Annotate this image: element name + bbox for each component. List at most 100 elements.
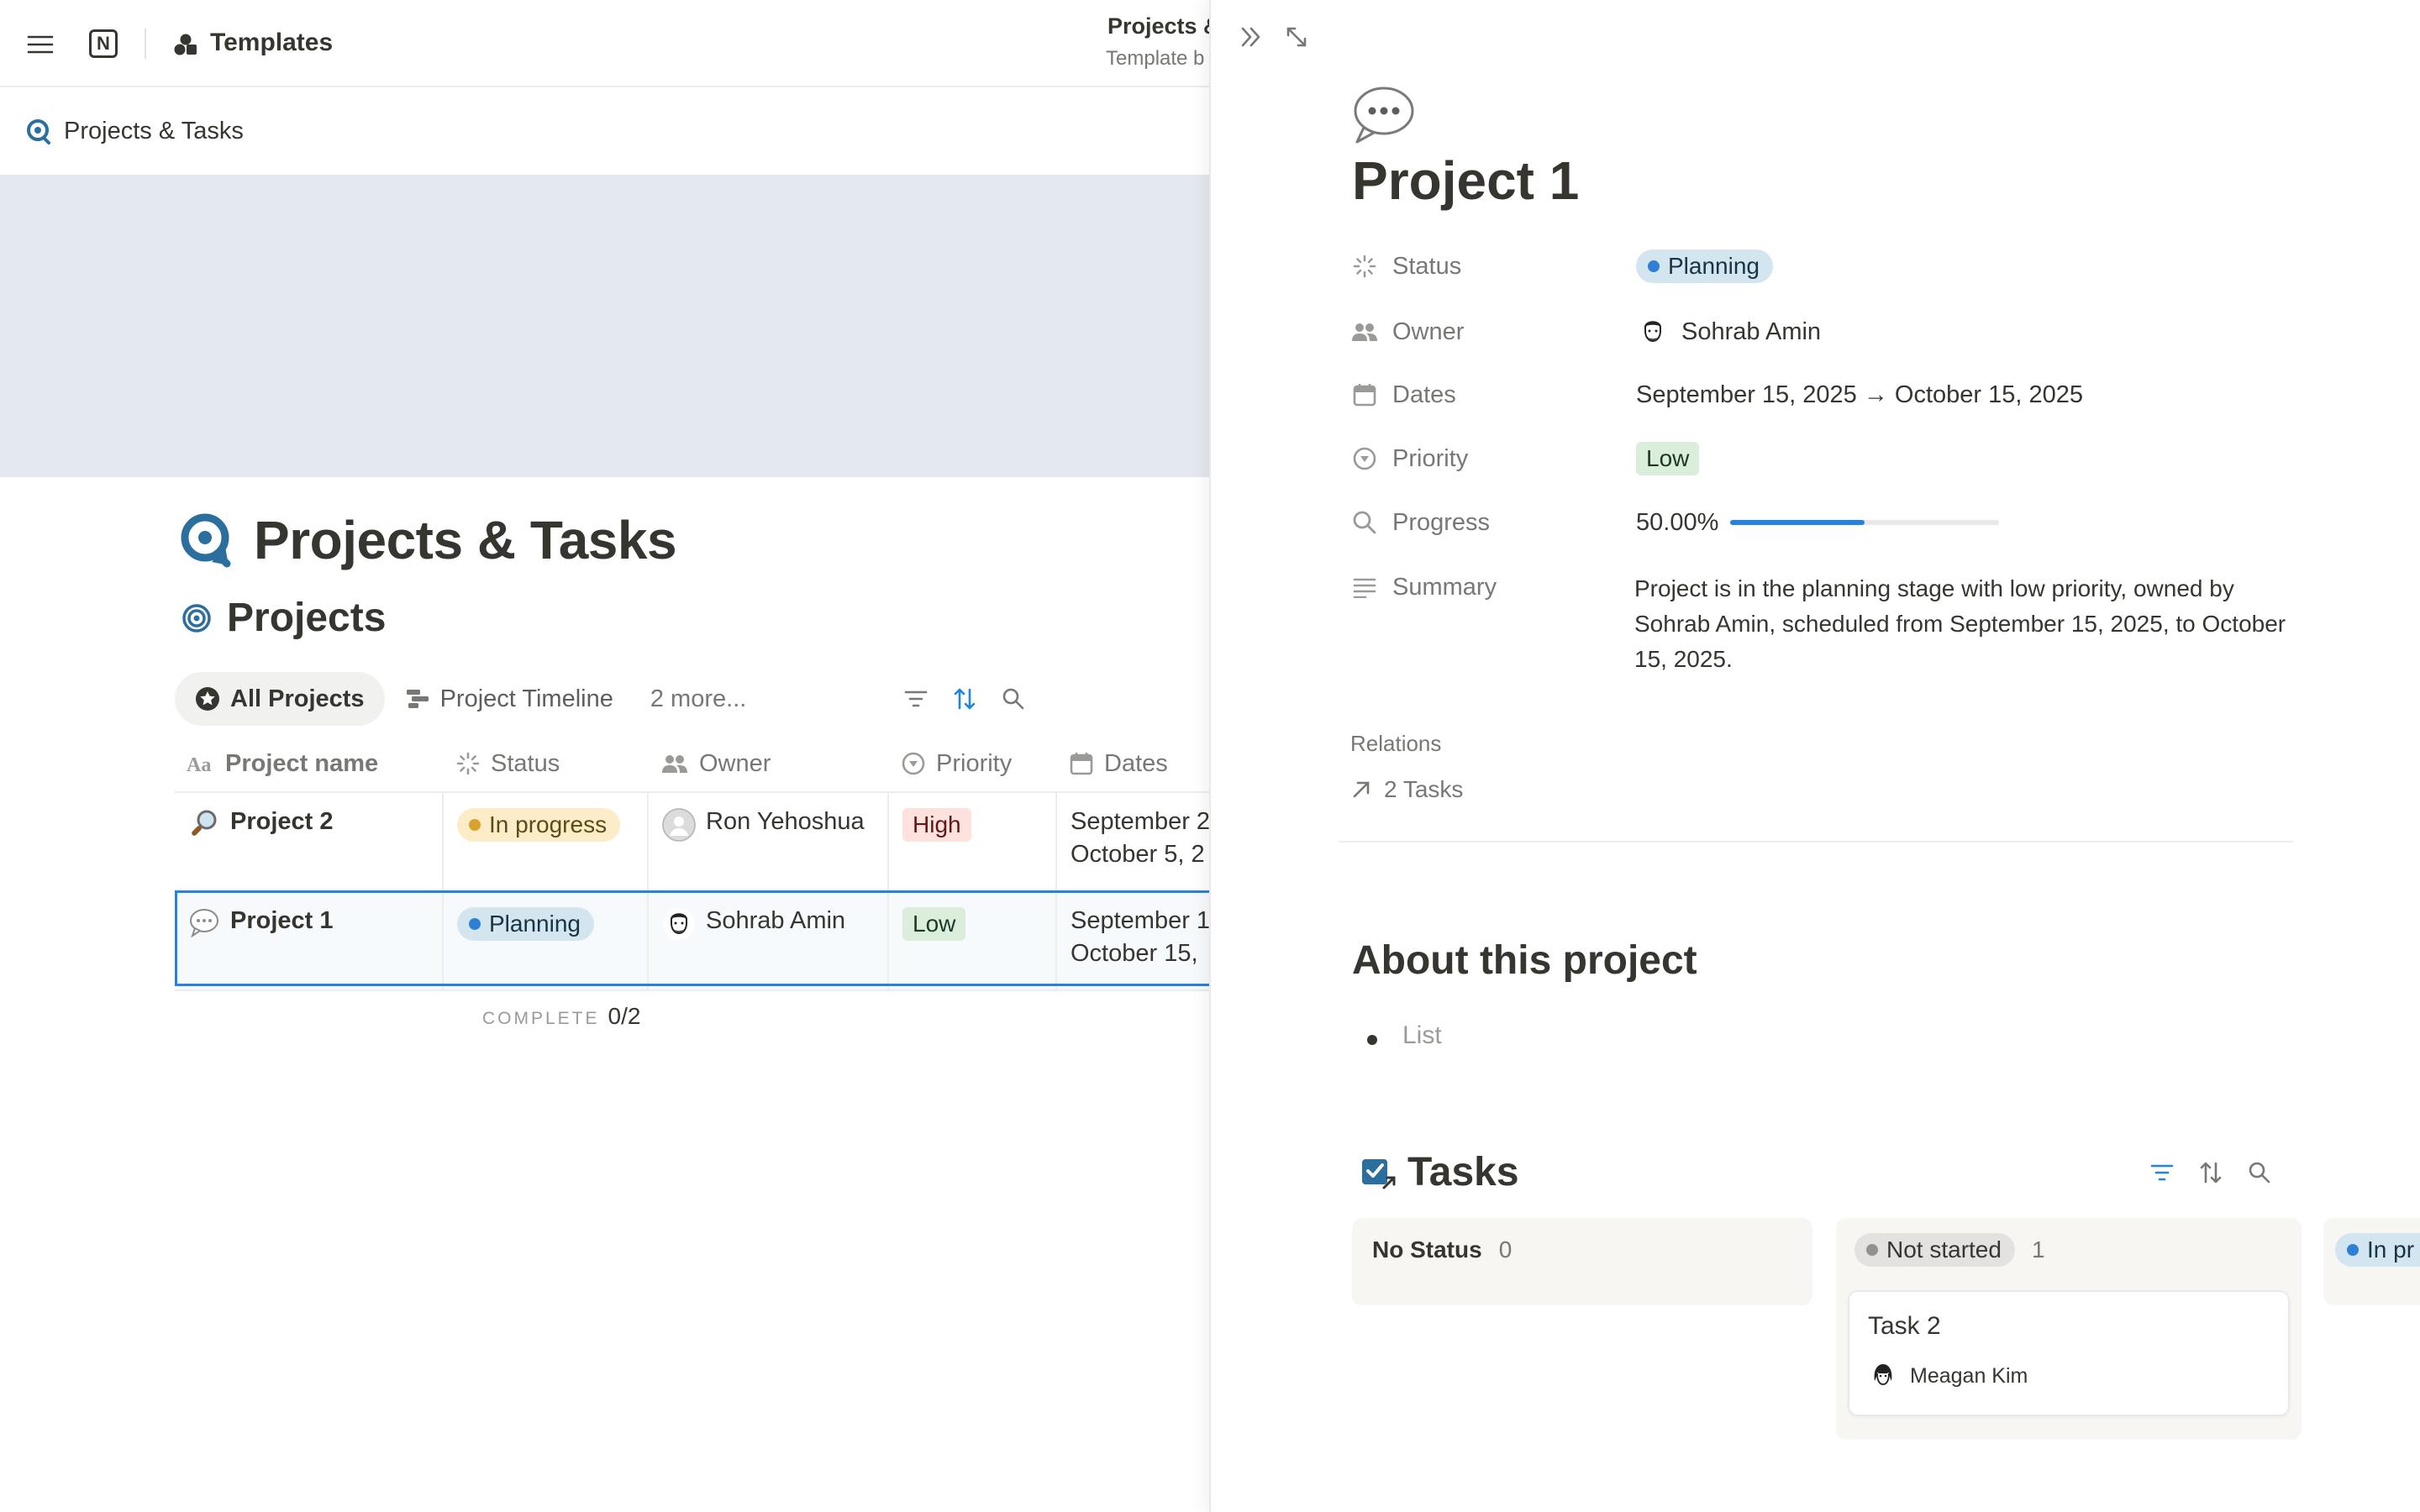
projects-logo-icon [25,118,52,144]
table-row[interactable]: Project 2 In progress Ron Yehoshua High … [175,793,1209,892]
status-dot [469,918,481,930]
task-card[interactable]: Task 2 Meagan Kim [1849,1292,2288,1415]
expand-icon[interactable] [1281,22,1312,52]
avatar [662,907,696,941]
table-footer-calculation[interactable]: COMPLETE 0/2 [482,1003,640,1030]
property-summary[interactable]: Summary [1350,568,1636,606]
status-dot [1648,260,1660,272]
column-header-owner[interactable]: Owner [649,736,889,791]
status-spinner-icon [455,751,481,776]
column-label: Status [491,749,560,777]
projects-table: Aa Project name Status Owner Priority Da… [175,736,1209,991]
database-heading: Projects [182,595,386,641]
priority-badge: High [902,808,971,842]
property-progress[interactable]: Progress 50.00% [1350,503,2000,542]
projects-logo-icon [178,510,237,570]
column-header-dates[interactable]: Dates [1057,736,1209,791]
filter-icon[interactable] [901,684,931,714]
target-icon [182,603,212,633]
cell-project-name[interactable]: Project 2 [175,793,444,890]
property-label: Summary [1392,573,1497,601]
divider [145,29,146,59]
search-icon[interactable] [998,684,1028,714]
page-title-header: Projects & [1107,13,1209,39]
priority-icon [901,751,926,776]
property-status[interactable]: Status Planning [1350,247,1773,286]
owner-name: Ron Yehoshua [706,808,865,835]
cell-owner[interactable]: Sohrab Amin [649,892,889,990]
board-column-not-started[interactable]: Not started 1 Task 2 Meagan Kim [1836,1218,2302,1440]
date-start: September 2 [1071,808,1209,835]
complete-label: COMPLETE [482,1009,600,1028]
status-badge: In pr [2335,1233,2420,1267]
status-badge: Planning [1636,249,1773,283]
close-peek-icon[interactable] [1236,22,1266,52]
speech-bubble-emoji-icon [188,907,220,939]
filter-icon[interactable] [2147,1158,2177,1188]
table-row[interactable]: Project 1 Planning Sohrab Amin Low Septe… [175,892,1209,991]
more-views-button[interactable]: 2 more... [634,672,766,726]
property-owner[interactable]: Owner Sohrab Amin [1350,312,1821,351]
cell-owner[interactable]: Ron Yehoshua [649,793,889,890]
star-circle-icon [195,686,220,711]
board-column-in-progress[interactable]: In pr [2323,1218,2420,1305]
column-header-status[interactable]: Status [444,736,649,791]
board-column-no-status[interactable]: No Status 0 [1352,1218,1812,1305]
cell-dates[interactable]: September 2 October 5, 2 [1057,793,1209,890]
tab-all-projects[interactable]: All Projects [175,672,385,726]
speech-bubble-emoji-icon[interactable] [1350,84,1416,144]
status-label: In progress [489,811,608,837]
status-badge: Not started [1854,1233,2015,1267]
column-name: Not started [1886,1236,2002,1263]
date-end: October 5, 2 [1071,841,1205,868]
property-priority[interactable]: Priority Low [1350,439,1700,478]
tasks-title[interactable]: Tasks [1407,1149,1519,1195]
property-dates[interactable]: Dates September 15, 2025 → October 15, 2… [1350,375,2083,414]
tab-project-timeline[interactable]: Project Timeline [385,672,634,726]
search-icon[interactable] [2244,1158,2275,1188]
tasks-heading: Tasks [1360,1149,1519,1195]
summary-value[interactable]: Project is in the planning stage with lo… [1634,571,2307,677]
cell-priority[interactable]: Low [889,892,1057,990]
list-placeholder[interactable]: List [1402,1021,1442,1050]
cell-status[interactable]: In progress [444,793,649,890]
people-icon [660,753,689,774]
column-header-project-name[interactable]: Aa Project name [175,736,444,791]
workspace-label[interactable]: Templates [210,29,333,57]
sort-icon[interactable] [950,684,980,714]
top-bar: N Templates Projects & Template b [0,0,1209,87]
database-title[interactable]: Projects [227,595,386,641]
about-heading[interactable]: About this project [1352,937,1697,984]
cell-project-name[interactable]: Project 1 [175,892,444,990]
status-spinner-icon [1350,252,1379,281]
status-dot [469,819,481,831]
peek-page-title[interactable]: Project 1 [1352,150,1579,212]
cell-priority[interactable]: High [889,793,1057,890]
breadcrumb[interactable]: Projects & Tasks [25,114,244,148]
search-icon [1350,508,1379,537]
property-label: Owner [1392,318,1465,345]
sort-icon[interactable] [2196,1158,2226,1188]
bullet-dot [1367,1035,1377,1045]
magnifier-emoji-icon [188,808,220,840]
property-label: Dates [1392,381,1456,408]
cell-dates[interactable]: September 1 October 15, [1057,892,1209,990]
page-heading: Projects & Tasks [178,509,677,571]
progress-bar [1730,520,2000,525]
column-label: Dates [1104,749,1168,777]
column-header-priority[interactable]: Priority [889,736,1057,791]
column-name: In pr [2367,1236,2415,1263]
text-aa-icon: Aa [187,753,215,774]
cell-status[interactable]: Planning [444,892,649,990]
view-tabs: All Projects Project Timeline 2 more... [175,672,766,726]
task-assignee: Meagan Kim [1868,1361,2028,1391]
tasks-toolbar [2147,1158,2275,1188]
column-name: No Status [1372,1236,1482,1263]
priority-badge: Low [902,907,966,941]
menu-icon[interactable] [25,29,55,60]
assignee-name: Meagan Kim [1910,1363,2028,1388]
page-title: Projects & Tasks [254,510,677,570]
notion-logo-icon[interactable]: N [89,29,118,58]
relation-tasks[interactable]: 2 Tasks [1350,776,1463,803]
priority-badge: Low [1636,442,1700,475]
